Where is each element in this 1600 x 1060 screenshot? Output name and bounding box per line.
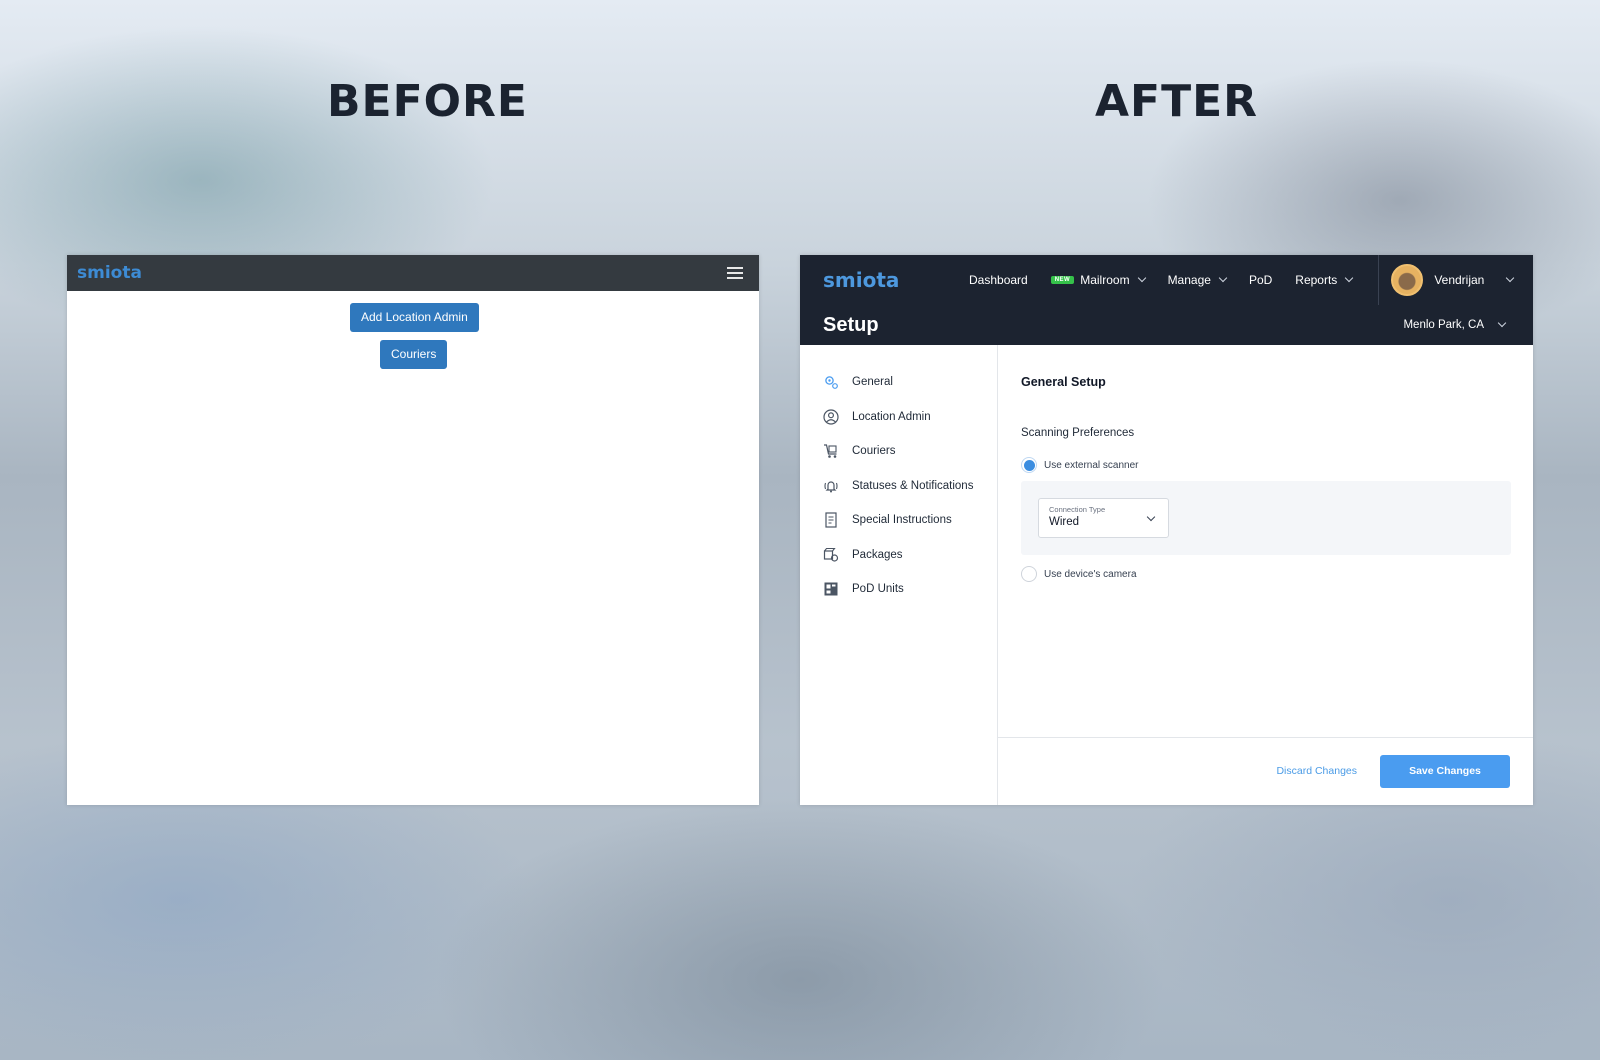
user-circle-icon: [823, 409, 839, 425]
locker-icon: [823, 581, 839, 597]
user-menu[interactable]: Vendrijan: [1378, 255, 1533, 305]
section-title: General Setup: [1021, 375, 1106, 389]
add-location-admin-button[interactable]: Add Location Admin: [350, 303, 479, 332]
nav-dashboard-label: Dashboard: [969, 273, 1028, 287]
chevron-down-icon: [1137, 273, 1146, 283]
location-label: Menlo Park, CA: [1403, 319, 1484, 331]
top-navigation: smiota Dashboard NEW Mailroom Manage PoD…: [800, 255, 1533, 305]
action-footer: Discard Changes Save Changes: [998, 737, 1533, 805]
nav-dashboard[interactable]: Dashboard: [969, 273, 1028, 287]
nav-reports[interactable]: Reports: [1295, 273, 1354, 287]
nav-pod[interactable]: PoD: [1249, 273, 1272, 287]
smiota-logo[interactable]: smiota: [77, 263, 142, 283]
radio-selected-icon[interactable]: [1021, 457, 1037, 473]
before-heading: BEFORE: [327, 76, 528, 127]
sidebar-item-general[interactable]: General: [800, 365, 997, 400]
hamburger-menu-icon[interactable]: [727, 267, 743, 279]
sidebar-item-couriers[interactable]: Couriers: [800, 434, 997, 469]
radio-external-scanner[interactable]: Use external scanner: [1021, 457, 1139, 473]
sidebar-item-pod-units[interactable]: PoD Units: [800, 572, 997, 607]
radio-label: Use device's camera: [1044, 568, 1137, 580]
chevron-down-icon: [1345, 273, 1354, 283]
select-caption: Connection Type: [1049, 505, 1106, 514]
document-icon: [823, 512, 839, 528]
after-heading: AFTER: [1095, 76, 1259, 127]
page-header: Setup Menlo Park, CA: [800, 305, 1533, 345]
setup-content: General Setup Scanning Preferences Use e…: [998, 345, 1533, 805]
sidebar-item-location-admin[interactable]: Location Admin: [800, 400, 997, 435]
gear-icon: [823, 374, 839, 390]
save-changes-button[interactable]: Save Changes: [1380, 755, 1510, 788]
nav-mailroom[interactable]: NEW Mailroom: [1050, 273, 1146, 287]
couriers-button[interactable]: Couriers: [380, 340, 448, 369]
sidebar-item-label: Location Admin: [852, 410, 931, 423]
discard-changes-link[interactable]: Discard Changes: [1276, 765, 1357, 777]
sidebar-item-packages[interactable]: Packages: [800, 538, 997, 573]
sidebar-item-label: Packages: [852, 548, 903, 561]
before-screenshot: smiota Add Location Admin Couriers: [67, 255, 759, 805]
sidebar-item-special-instructions[interactable]: Special Instructions: [800, 503, 997, 538]
location-selector[interactable]: Menlo Park, CA: [1403, 318, 1507, 331]
nav-mailroom-label: Mailroom: [1080, 273, 1130, 287]
radio-label: Use external scanner: [1044, 459, 1139, 471]
before-top-bar: smiota: [67, 255, 759, 291]
chevron-down-icon: [1506, 273, 1515, 283]
connection-options-panel: Connection Type Wired: [1021, 481, 1511, 555]
page-title: Setup: [823, 313, 879, 336]
radio-unselected-icon[interactable]: [1021, 566, 1037, 582]
sidebar-item-label: Special Instructions: [852, 514, 952, 527]
chevron-down-icon: [1497, 318, 1507, 328]
package-icon: [823, 547, 839, 563]
connection-type-select[interactable]: Connection Type Wired: [1038, 498, 1169, 538]
nav-pod-label: PoD: [1248, 273, 1273, 287]
bell-icon: [823, 478, 839, 494]
new-badge: NEW: [1050, 276, 1075, 284]
sidebar-item-statuses-notifications[interactable]: Statuses & Notifications: [800, 469, 997, 504]
sidebar-item-label: PoD Units: [852, 583, 904, 596]
chevron-down-icon: [1218, 273, 1228, 283]
nav-reports-label: Reports: [1295, 273, 1338, 287]
after-screenshot: smiota Dashboard NEW Mailroom Manage PoD…: [800, 255, 1533, 805]
cart-icon: [823, 443, 839, 459]
sidebar-item-label: Statuses & Notifications: [852, 479, 974, 492]
sidebar-item-label: General: [852, 376, 893, 389]
user-name: Vendrijan: [1434, 273, 1485, 287]
setup-sidebar: General Location Admin Couriers Statuses…: [800, 345, 998, 805]
nav-manage[interactable]: Manage: [1167, 273, 1228, 287]
scanning-preferences-heading: Scanning Preferences: [1021, 427, 1135, 439]
select-value: Wired: [1049, 516, 1080, 528]
radio-device-camera[interactable]: Use device's camera: [1021, 566, 1137, 582]
avatar: [1391, 264, 1424, 296]
nav-manage-label: Manage: [1167, 273, 1211, 287]
sidebar-item-label: Couriers: [852, 445, 896, 458]
smiota-logo[interactable]: smiota: [823, 268, 969, 292]
